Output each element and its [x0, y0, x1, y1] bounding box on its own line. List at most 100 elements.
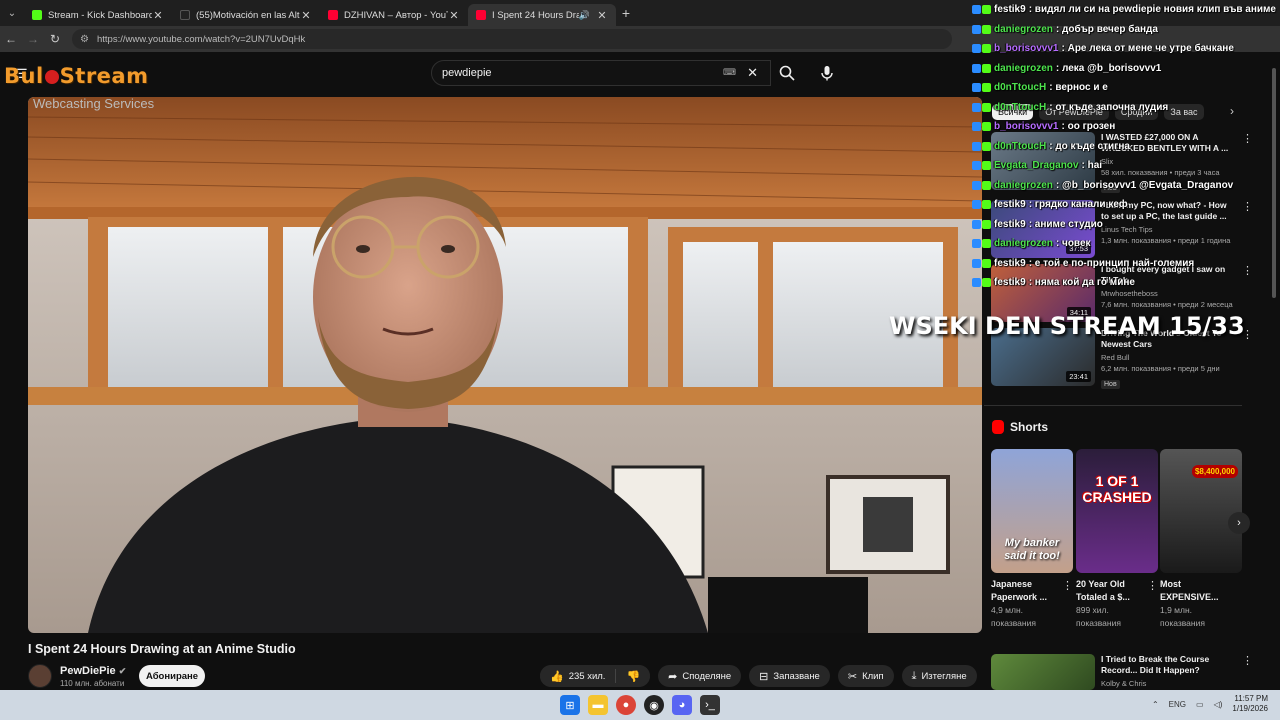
logo-right-text: Stream — [59, 64, 149, 88]
chevron-up-icon[interactable]: ⌃ — [1152, 700, 1159, 709]
chat-username[interactable]: festik9 — [994, 219, 1026, 230]
clock-date: 1/19/2026 — [1232, 704, 1268, 713]
clip-button[interactable]: ✂ Клип — [837, 665, 894, 687]
chat-badge-icon — [972, 5, 981, 15]
browser-tab-2[interactable]: (55)Motivación en las Alturas: E ✕ — [172, 4, 320, 26]
volume-icon[interactable]: ◁) — [1214, 700, 1223, 709]
chat-username[interactable]: b_borisovvv1 — [994, 121, 1058, 132]
chat-badge-icon — [982, 141, 991, 151]
chat-text: : оо грозен — [1061, 121, 1116, 133]
search-input[interactable]: pewdiepie ⌨ ✕ — [431, 60, 771, 86]
chat-message: Evgata_Draganov: hai — [972, 156, 1280, 176]
short-item[interactable]: 1 OF 1 CRASHED 20 Year Old Totaled a $..… — [1076, 449, 1158, 630]
share-icon: ➦ — [668, 670, 678, 683]
file-explorer-icon[interactable]: ▬ — [588, 695, 608, 715]
close-tab-icon[interactable]: ✕ — [596, 9, 608, 22]
tab-title: I Spent 24 Hours Drawing a — [492, 9, 579, 21]
chat-text: : до къде стигна — [1049, 140, 1130, 152]
chat-badges — [972, 24, 991, 34]
chat-message: festik9: е той е по-принцип най-големия — [972, 254, 1280, 274]
chat-username[interactable]: daniegrozen — [994, 238, 1053, 249]
keyboard-icon[interactable]: ⌨ — [723, 67, 736, 78]
system-tray: ⌃ ENG ▭ ◁) 11:57 PM 1/19/2026 — [1152, 694, 1268, 714]
rec-channel: Red Bull — [1101, 353, 1130, 362]
taskbar: ⊞ ▬ ● ◉ ◕ ›_ ⌃ ENG ▭ ◁) 11:57 PM 1/19/20… — [0, 690, 1280, 720]
browser-tab-3[interactable]: DZHIVAN – Автор - YouTube ✕ — [320, 4, 468, 26]
terminal-icon[interactable]: ›_ — [700, 695, 720, 715]
chat-badge-icon — [982, 161, 991, 171]
chat-username[interactable]: b_borisovvv1 — [994, 43, 1058, 54]
chat-username[interactable]: festik9 — [994, 258, 1026, 269]
tab-search-button[interactable]: ⌄ — [0, 0, 24, 26]
new-tab-button[interactable]: + — [616, 5, 636, 21]
chat-text: : hai — [1081, 160, 1103, 172]
discord-icon[interactable]: ◕ — [672, 695, 692, 715]
clear-search-icon[interactable]: ✕ — [747, 65, 758, 81]
back-icon[interactable]: ← — [0, 32, 22, 46]
chat-message: daniegrozen: @b_borisovvv1 @Evgata_Draga… — [972, 176, 1280, 196]
chat-text: : Аре лека от мене че утре бачкане — [1061, 43, 1234, 55]
chat-text: : няма кой да го мине — [1028, 277, 1135, 289]
short-item[interactable]: My banker said it too! Japanese Paperwor… — [991, 449, 1073, 630]
chat-username[interactable]: festik9 — [994, 277, 1026, 288]
forward-icon[interactable]: → — [22, 32, 44, 46]
chat-username[interactable]: festik9 — [994, 4, 1026, 15]
chat-text: : аниме студио — [1028, 218, 1103, 230]
like-button[interactable]: 👍 235 хил. — [540, 665, 616, 687]
obs-icon[interactable]: ◉ — [644, 695, 664, 715]
voice-search-button[interactable] — [814, 60, 840, 86]
new-badge: Нов — [1101, 380, 1120, 389]
chat-badge-icon — [972, 219, 981, 229]
chat-message: b_borisovvv1: Аре лека от мене че утре б… — [972, 39, 1280, 59]
channel-name[interactable]: PewDiePie ✔ — [60, 665, 126, 677]
microphone-icon — [821, 66, 833, 81]
short-item[interactable]: $8,400,000 Most EXPENSIVE... 1,9 млн. по… — [1160, 449, 1242, 630]
clock[interactable]: 11:57 PM 1/19/2026 — [1232, 694, 1268, 714]
chat-username[interactable]: daniegrozen — [994, 24, 1053, 35]
browser-tab-4[interactable]: I Spent 24 Hours Drawing a 🔊 ✕ — [468, 4, 616, 26]
subscribe-button[interactable]: Абониране — [139, 665, 205, 687]
short-thumbnail: My banker said it too! — [991, 449, 1073, 573]
url-text: https://www.youtube.com/watch?v=2UN7UvDq… — [96, 33, 306, 45]
save-button[interactable]: ⊟ Запазване — [749, 665, 830, 687]
chat-username[interactable]: Evgata_Draganov — [994, 160, 1078, 171]
download-button[interactable]: ⤓ Изтегляне — [901, 665, 977, 687]
search-icon — [779, 65, 795, 81]
channel-avatar[interactable] — [28, 664, 52, 688]
chat-username[interactable]: d0nTtoucH — [994, 82, 1046, 93]
dislike-button[interactable]: 👎 — [616, 665, 651, 687]
close-tab-icon[interactable]: ✕ — [448, 9, 460, 22]
short-views-label: показвания — [1160, 618, 1205, 628]
kick-favicon-icon — [32, 10, 42, 20]
share-button[interactable]: ➦ Споделяне — [658, 665, 742, 687]
chat-badges — [972, 200, 991, 210]
chat-username[interactable]: d0nTtoucH — [994, 141, 1046, 152]
rec-meta: 7,6 млн. показвания • преди 2 месеца — [1101, 300, 1233, 309]
more-vert-icon[interactable]: ⋮ — [1147, 579, 1158, 592]
chat-username[interactable]: d0nTtoucH — [994, 102, 1046, 113]
site-info-icon[interactable]: ⚙ — [80, 34, 89, 45]
chevron-right-icon: › — [1237, 517, 1241, 529]
chat-text: : лека @b_borisovvv1 — [1055, 62, 1162, 74]
browser-tab-1[interactable]: Stream - Kick Dashboard ✕ — [24, 4, 172, 26]
windows-start-icon[interactable]: ⊞ — [560, 695, 580, 715]
video-player[interactable] — [28, 97, 982, 633]
bookmark-icon: ⊟ — [759, 670, 769, 683]
close-tab-icon[interactable]: ✕ — [300, 9, 312, 22]
chat-username[interactable]: festik9 — [994, 199, 1026, 210]
network-icon[interactable]: ▭ — [1196, 700, 1204, 709]
chrome-icon[interactable]: ● — [616, 695, 636, 715]
search-button[interactable] — [772, 60, 802, 86]
short-views-label: показвания — [991, 618, 1036, 628]
reload-icon[interactable]: ↻ — [44, 32, 66, 46]
close-tab-icon[interactable]: ✕ — [152, 9, 164, 22]
shorts-next-button[interactable]: › — [1228, 512, 1250, 534]
chat-username[interactable]: daniegrozen — [994, 63, 1053, 74]
more-vert-icon[interactable]: ⋮ — [1062, 579, 1073, 592]
chat-username[interactable]: daniegrozen — [994, 180, 1053, 191]
tab-title: (55)Motivación en las Alturas: E — [196, 9, 300, 21]
more-vert-icon[interactable]: ⋮ — [1242, 654, 1253, 667]
language-indicator[interactable]: ENG — [1169, 700, 1186, 709]
url-field[interactable]: ⚙ https://www.youtube.com/watch?v=2UN7Uv… — [72, 29, 952, 49]
speaker-icon[interactable]: 🔊 — [579, 10, 590, 21]
